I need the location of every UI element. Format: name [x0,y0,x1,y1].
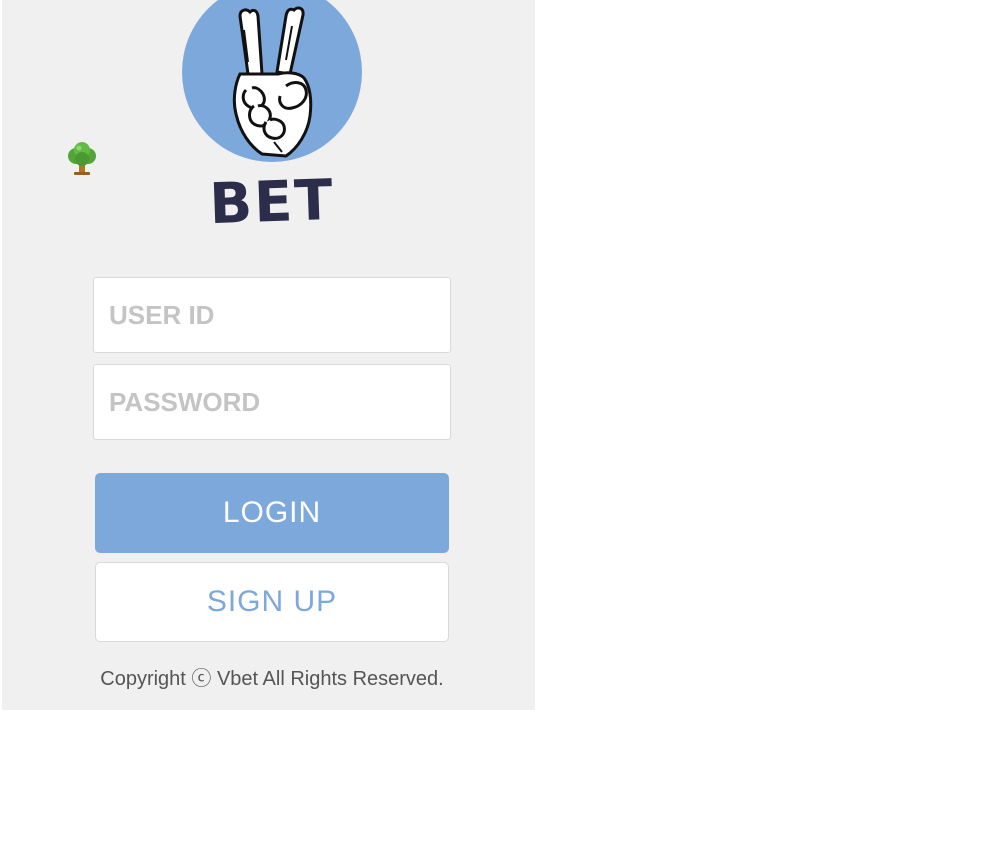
password-field [93,364,451,440]
user-id-input[interactable] [94,278,450,352]
peace-hand-icon [182,0,362,162]
password-input[interactable] [94,365,450,439]
brand-name: BET [208,167,336,238]
user-id-field [93,277,451,353]
signup-button[interactable]: SIGN UP [95,562,449,642]
login-button[interactable]: LOGIN [95,473,449,553]
signup-button-label: SIGN UP [206,585,338,618]
tree-icon [66,142,98,176]
login-panel: BET LOGIN SIGN UP Copyright ⓒ Vbet All R… [2,0,535,710]
copyright-text: Copyright ⓒ Vbet All Rights Reserved. [100,668,444,690]
login-button-label: LOGIN [222,496,322,529]
